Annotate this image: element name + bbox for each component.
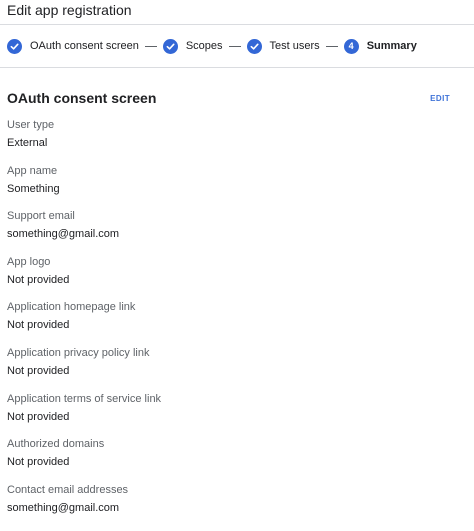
- field-value: Not provided: [7, 456, 70, 469]
- field-value: Not provided: [7, 364, 70, 377]
- field-label: Authorized domains: [7, 438, 105, 451]
- field-contact-emails: Contact email addresses something@gmail.…: [7, 483, 474, 529]
- field-terms-of-service-link: Application terms of service link Not pr…: [7, 392, 474, 438]
- step-summary[interactable]: 4 Summary: [343, 38, 417, 54]
- field-value: Not provided: [7, 273, 70, 286]
- field-label: Contact email addresses: [7, 483, 129, 496]
- step-test-users[interactable]: Test users: [246, 38, 320, 54]
- field-app-logo: App logo Not provided: [7, 255, 474, 301]
- field-value: Something: [7, 182, 60, 195]
- step-number-badge: 4: [343, 38, 359, 54]
- field-authorized-domains: Authorized domains Not provided: [7, 437, 474, 483]
- field-support-email: Support email something@gmail.com: [7, 209, 474, 255]
- section-header: OAuth consent screen EDIT: [0, 88, 474, 118]
- field-value: External: [7, 137, 48, 149]
- section-title: OAuth consent screen: [7, 90, 157, 106]
- step-label: Summary: [366, 40, 417, 52]
- page-title: Edit app registration: [7, 2, 132, 18]
- field-label: App logo: [7, 255, 51, 268]
- field-user-type: User type External: [7, 118, 474, 164]
- field-value: something@gmail.com: [7, 228, 120, 241]
- field-label: Application terms of service link: [7, 392, 162, 405]
- step-connector: [228, 45, 241, 47]
- check-icon: [162, 38, 178, 54]
- step-number: 4: [348, 40, 354, 51]
- step-scopes[interactable]: Scopes: [162, 38, 223, 54]
- field-app-name: App name Something: [7, 164, 474, 210]
- check-icon: [7, 38, 22, 54]
- field-label: Application privacy policy link: [7, 346, 150, 359]
- field-homepage-link: Application homepage link Not provided: [7, 300, 474, 346]
- registration-stepper: OAuth consent screen Scopes Test users 4…: [0, 25, 474, 68]
- field-label: App name: [7, 164, 58, 177]
- field-value: Not provided: [7, 319, 70, 332]
- field-label: Support email: [7, 210, 75, 223]
- field-value: something@gmail.com: [7, 501, 120, 514]
- field-value: Not provided: [7, 410, 70, 423]
- step-connector: [325, 45, 338, 47]
- field-label: Application homepage link: [7, 301, 136, 314]
- step-connector: [144, 45, 157, 47]
- step-oauth-consent-screen[interactable]: OAuth consent screen: [7, 38, 139, 54]
- page-header: Edit app registration: [0, 0, 474, 25]
- step-label: Test users: [269, 40, 320, 52]
- edit-button[interactable]: EDIT: [430, 94, 450, 103]
- field-privacy-policy-link: Application privacy policy link Not prov…: [7, 346, 474, 392]
- step-label: OAuth consent screen: [30, 40, 139, 52]
- check-icon: [246, 38, 262, 54]
- field-label: User type: [7, 119, 55, 131]
- step-label: Scopes: [185, 40, 223, 52]
- summary-fields: User type External App name Something Su…: [0, 118, 474, 528]
